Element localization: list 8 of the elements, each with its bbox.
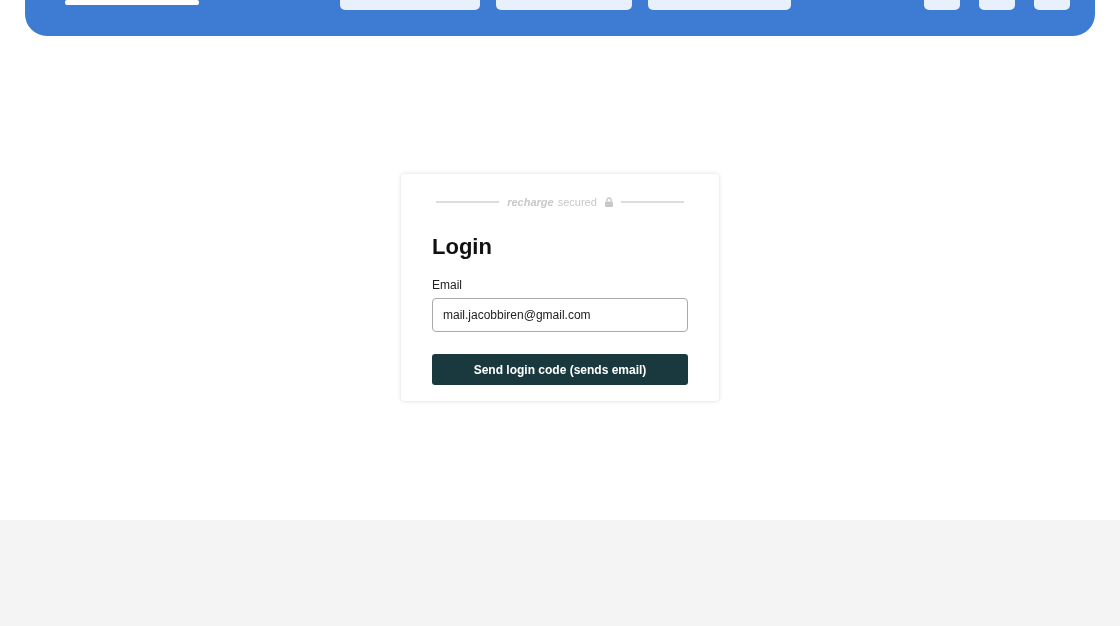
header-icon-button[interactable] <box>1034 0 1070 10</box>
email-label: Email <box>432 278 462 292</box>
lock-icon <box>604 197 613 207</box>
send-code-button[interactable]: Send login code (sends email) <box>432 354 688 385</box>
email-field[interactable]: mail.jacobbiren@gmail.com <box>432 298 688 332</box>
header-icon-button[interactable] <box>979 0 1015 10</box>
header-icon-button[interactable] <box>924 0 960 10</box>
login-title: Login <box>432 234 492 260</box>
